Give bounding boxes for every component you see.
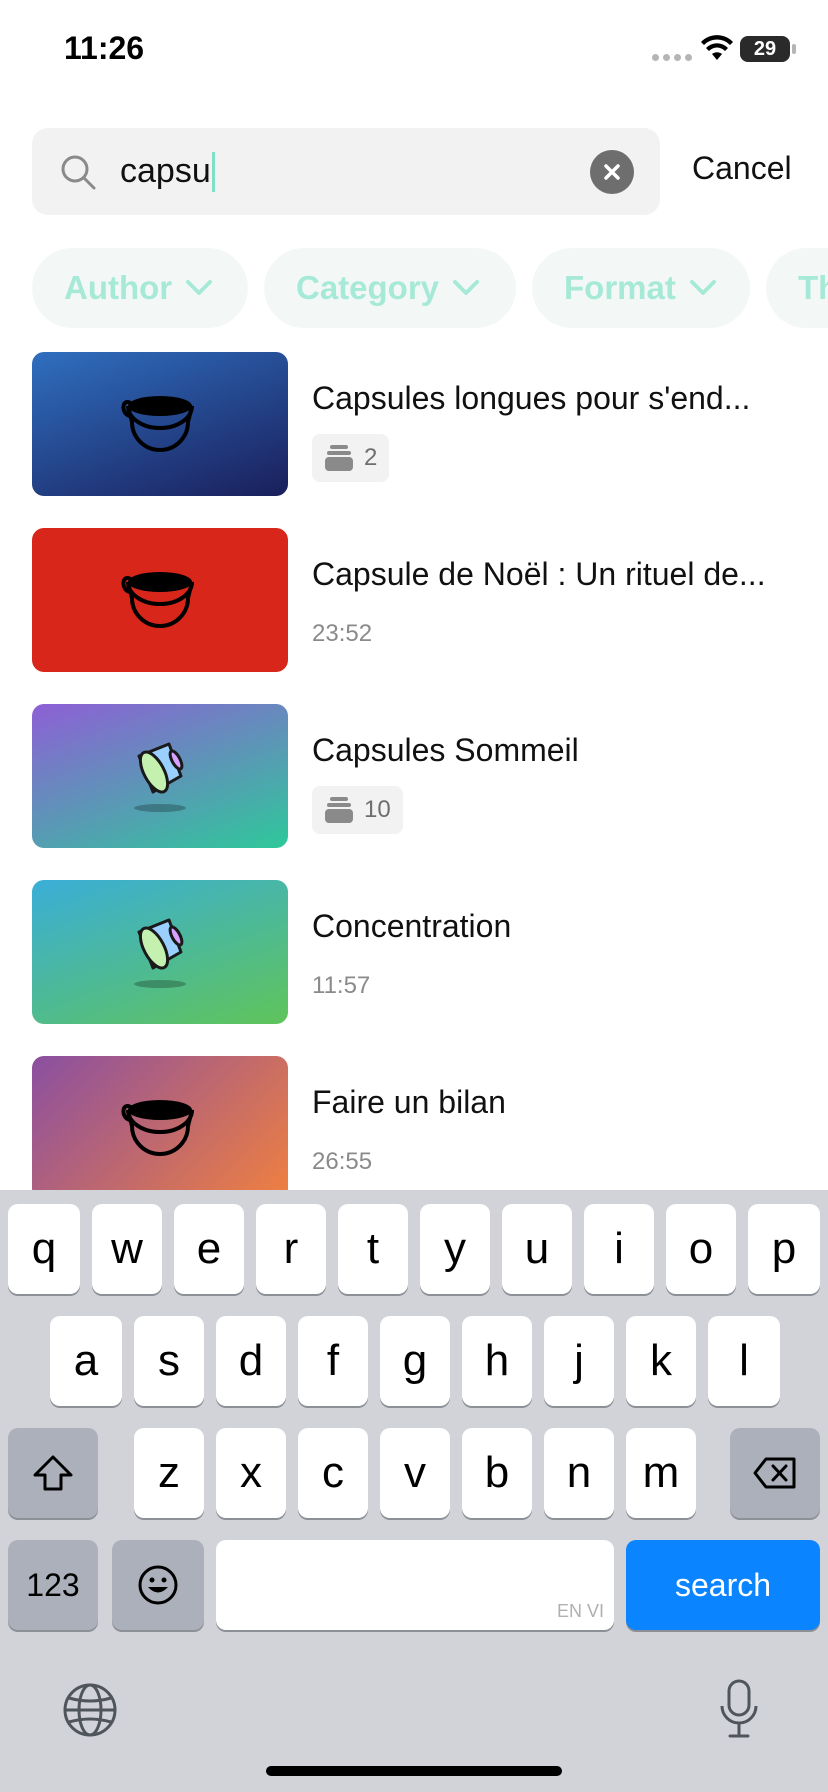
key-f[interactable]: f [298, 1316, 368, 1406]
microphone-icon[interactable] [718, 1678, 760, 1740]
key-z[interactable]: z [134, 1428, 204, 1518]
key-i[interactable]: i [584, 1204, 654, 1294]
episode-count: 2 [364, 444, 378, 471]
item-title: Faire un bilan [312, 1084, 506, 1120]
thumbnail [32, 880, 288, 1024]
results-list: Capsules longues pour s'end... 2 Capsule… [0, 352, 828, 1190]
text-caret [211, 151, 215, 192]
coffee-cup-icon [121, 396, 194, 452]
emoji-icon [138, 1565, 178, 1605]
key-p[interactable]: p [748, 1204, 820, 1294]
keyboard: q w e r t y u i o p a s d f g h j k l z … [0, 1190, 828, 1792]
key-x[interactable]: x [216, 1428, 286, 1518]
coffee-cup-icon [121, 1100, 194, 1156]
episode-count-badge: 2 [312, 434, 390, 482]
globe-icon[interactable] [62, 1682, 118, 1738]
key-l[interactable]: l [708, 1316, 780, 1406]
filter-chip-label: Th [798, 269, 828, 306]
thumbnail [32, 352, 288, 496]
item-duration: 23:52 [312, 620, 373, 647]
coffee-capsule-icon [134, 742, 186, 812]
list-item[interactable]: Capsules Sommeil 10 [32, 704, 828, 848]
episode-count-badge: 10 [312, 786, 403, 834]
numbers-key[interactable]: 123 [8, 1540, 98, 1630]
space-key[interactable]: EN VI [216, 1540, 614, 1630]
key-n[interactable]: n [544, 1428, 614, 1518]
filter-chip-theme[interactable]: Th [766, 248, 828, 328]
key-k[interactable]: k [626, 1316, 696, 1406]
key-u[interactable]: u [502, 1204, 572, 1294]
home-indicator[interactable] [266, 1766, 562, 1776]
battery-cap [792, 44, 796, 54]
chevron-down-icon [453, 280, 480, 295]
filter-chip-category[interactable]: Category [264, 248, 516, 328]
list-item[interactable]: Concentration 11:57 [32, 880, 828, 1024]
key-j[interactable]: j [544, 1316, 614, 1406]
key-v[interactable]: v [380, 1428, 450, 1518]
key-m[interactable]: m [626, 1428, 696, 1518]
filter-chip-label: Format [564, 269, 676, 306]
key-g[interactable]: g [380, 1316, 450, 1406]
search-query-text: capsu [120, 152, 211, 190]
list-item[interactable]: Capsules longues pour s'end... 2 [32, 352, 828, 496]
key-h[interactable]: h [462, 1316, 532, 1406]
shift-key[interactable] [8, 1428, 98, 1518]
list-item[interactable]: Capsule de Noël : Un rituel de... 23:52 [32, 528, 828, 672]
item-title: Capsules Sommeil [312, 732, 579, 768]
key-q[interactable]: q [8, 1204, 80, 1294]
chevron-down-icon [186, 280, 213, 295]
shift-icon [33, 1455, 73, 1491]
key-o[interactable]: o [666, 1204, 736, 1294]
search-field[interactable]: capsu [32, 128, 660, 215]
stack-icon [325, 797, 353, 823]
thumbnail [32, 1056, 288, 1190]
item-title: Capsules longues pour s'end... [312, 380, 751, 416]
key-r[interactable]: r [256, 1204, 326, 1294]
key-w[interactable]: w [92, 1204, 162, 1294]
key-c[interactable]: c [298, 1428, 368, 1518]
key-t[interactable]: t [338, 1204, 408, 1294]
emoji-key[interactable] [112, 1540, 204, 1630]
coffee-capsule-icon [134, 918, 186, 988]
thumbnail [32, 704, 288, 848]
item-title: Concentration [312, 908, 512, 944]
stack-icon [325, 445, 353, 471]
cellular-signal-icon [652, 54, 692, 61]
battery-level: 29 [740, 36, 790, 62]
episode-count: 10 [364, 796, 391, 823]
key-y[interactable]: y [420, 1204, 490, 1294]
filter-chips: Author Category Format Th [32, 248, 828, 328]
key-a[interactable]: a [50, 1316, 122, 1406]
backspace-icon [753, 1457, 796, 1489]
filter-chip-author[interactable]: Author [32, 248, 248, 328]
cancel-button[interactable]: Cancel [692, 150, 792, 187]
key-s[interactable]: s [134, 1316, 204, 1406]
item-duration: 11:57 [312, 972, 371, 999]
key-d[interactable]: d [216, 1316, 286, 1406]
search-key[interactable]: search [626, 1540, 820, 1630]
filter-chip-label: Author [64, 269, 173, 306]
filter-chip-format[interactable]: Format [532, 248, 750, 328]
status-time: 11:26 [64, 30, 145, 66]
key-b[interactable]: b [462, 1428, 532, 1518]
search-input[interactable]: capsu [120, 128, 600, 215]
item-title: Capsule de Noël : Un rituel de... [312, 556, 766, 592]
status-bar: 11:26 29 [0, 0, 828, 100]
language-hint: EN VI [556, 1601, 604, 1621]
chevron-down-icon [689, 280, 716, 295]
thumbnail [32, 528, 288, 672]
key-e[interactable]: e [174, 1204, 244, 1294]
close-icon [604, 164, 620, 180]
coffee-cup-icon [121, 572, 194, 628]
list-item[interactable]: Faire un bilan 26:55 [32, 1056, 828, 1190]
item-duration: 26:55 [312, 1148, 373, 1175]
clear-search-button[interactable] [590, 150, 634, 194]
backspace-key[interactable] [730, 1428, 820, 1518]
wifi-icon [701, 35, 733, 60]
filter-chip-label: Category [296, 269, 440, 306]
search-icon [61, 155, 96, 190]
